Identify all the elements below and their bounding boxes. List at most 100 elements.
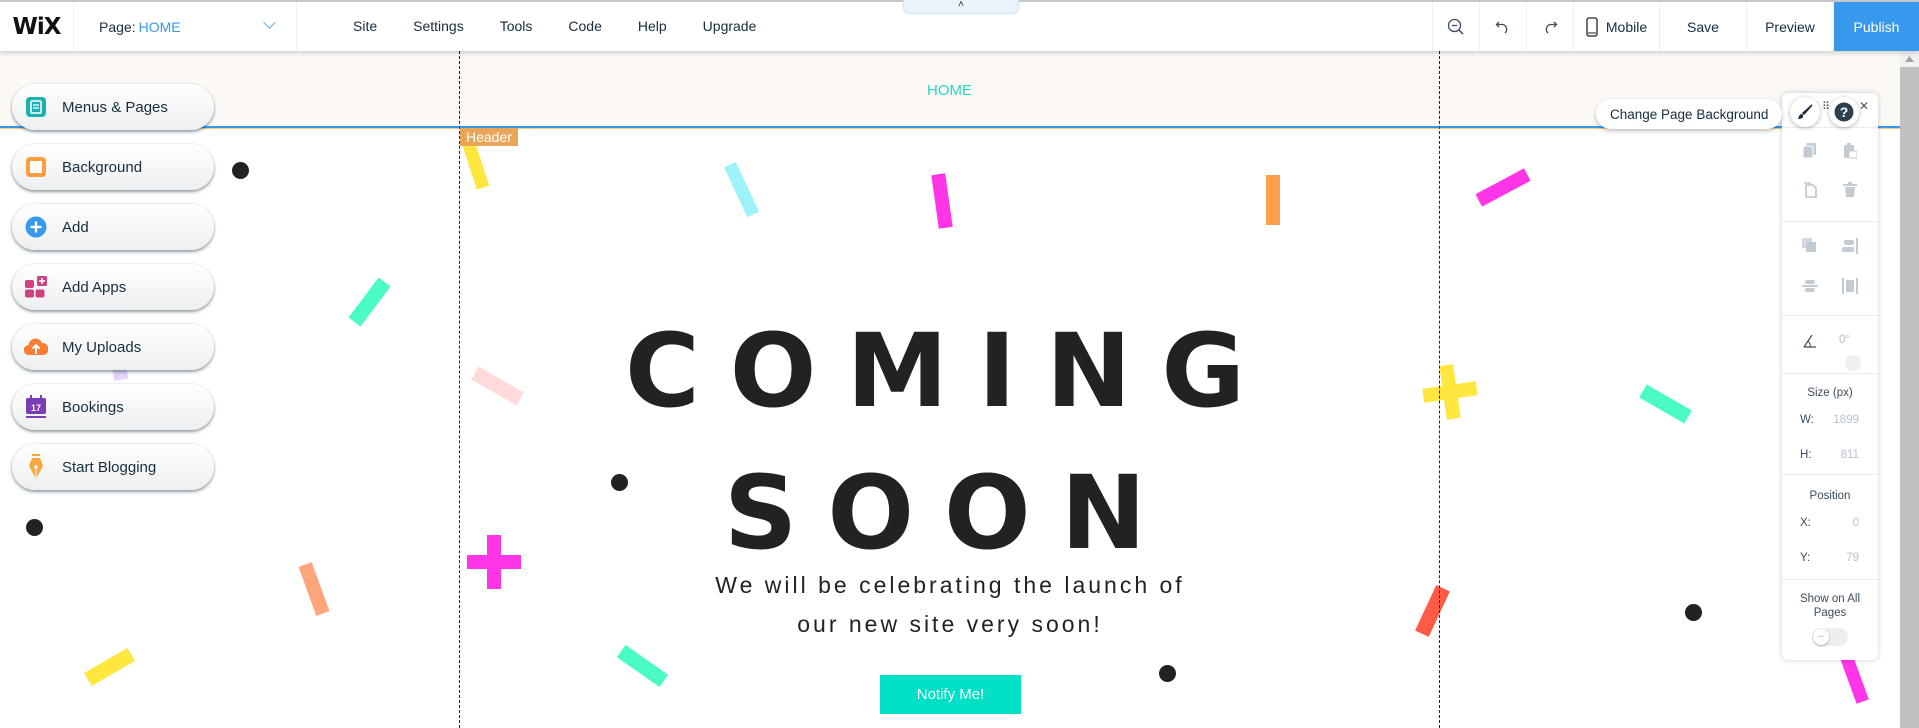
redo-icon <box>1545 21 1558 33</box>
soon-title[interactable]: SOON <box>0 454 1900 573</box>
menu-settings[interactable]: Settings <box>395 2 482 51</box>
sidebar-item-start-blogging[interactable]: Start Blogging <box>12 444 214 490</box>
mobile-icon <box>1586 16 1598 37</box>
y-input[interactable]: 79 <box>1819 552 1859 564</box>
chevron-down-icon <box>263 16 276 29</box>
page-selector-value: HOME <box>138 18 181 35</box>
calendar-icon: 17 <box>24 395 48 419</box>
menu-site[interactable]: Site <box>335 2 395 51</box>
preview-button[interactable]: Preview <box>1746 2 1833 51</box>
match-size-icon[interactable] <box>1841 277 1859 295</box>
arrow-up-icon <box>1905 56 1914 62</box>
publish-button[interactable]: Publish <box>1833 2 1919 51</box>
sidebar-item-bookings[interactable]: 17 Bookings <box>12 384 214 430</box>
redo-button[interactable] <box>1526 2 1573 51</box>
mobile-label: Mobile <box>1605 18 1648 35</box>
sidebar-item-menus-pages[interactable]: Menus & Pages <box>12 84 214 130</box>
page-selector[interactable]: Page: HOME <box>74 2 297 51</box>
show-on-all-pages-label: Show on All Pages <box>1799 593 1861 619</box>
change-page-background-button[interactable]: Change Page Background <box>1596 99 1783 129</box>
pages-icon <box>24 95 48 119</box>
notify-me-button[interactable]: Notify Me! <box>880 675 1021 714</box>
undo-button[interactable] <box>1479 2 1526 51</box>
delete-icon[interactable] <box>1841 181 1859 199</box>
menu-help[interactable]: Help <box>620 2 685 51</box>
close-icon[interactable]: ✕ <box>1859 99 1869 113</box>
toggle-off-icon: – <box>1813 629 1829 645</box>
wix-logo[interactable]: WiX <box>0 2 74 51</box>
x-label: X: <box>1800 517 1811 529</box>
rotation-value[interactable]: 0° <box>1810 334 1850 346</box>
sidebar-item-label: Bookings <box>62 398 124 416</box>
show-on-all-pages-toggle[interactable]: – <box>1812 628 1848 646</box>
background-icon <box>24 155 48 179</box>
y-label: Y: <box>1800 552 1811 564</box>
paste-icon[interactable] <box>1841 142 1859 160</box>
save-button[interactable]: Save <box>1659 2 1746 51</box>
sidebar-item-add[interactable]: Add <box>12 204 214 250</box>
distribute-icon[interactable] <box>1801 277 1819 295</box>
vertical-scrollbar[interactable] <box>1900 51 1919 728</box>
width-label: W: <box>1800 414 1814 426</box>
scroll-up-button[interactable] <box>1900 51 1919 67</box>
apps-icon <box>24 275 48 299</box>
sidebar-item-label: My Uploads <box>62 338 142 356</box>
undo-icon <box>1495 21 1508 33</box>
coming-title[interactable]: COMING <box>0 312 1900 431</box>
element-toolbar: ⠿ ✕ 0° Size (px) W: 1899 H: 811 Position… <box>1782 93 1878 660</box>
x-input[interactable]: 0 <box>1819 517 1859 529</box>
menu-code[interactable]: Code <box>550 2 619 51</box>
height-label: H: <box>1800 449 1812 461</box>
position-label: Position <box>1809 490 1851 502</box>
menu-upgrade[interactable]: Upgrade <box>685 2 775 51</box>
copy-icon[interactable] <box>1801 142 1819 160</box>
confetti-dot <box>1159 665 1176 682</box>
zoom-out-button[interactable] <box>1432 2 1479 51</box>
confetti-orange <box>1266 175 1280 225</box>
confetti-yellow-2 <box>84 648 135 686</box>
confetti-cyan <box>723 161 760 218</box>
header-tag: Header <box>460 128 518 146</box>
confetti-magenta <box>931 173 953 229</box>
sidebar-item-label: Start Blogging <box>62 458 157 476</box>
width-input[interactable]: 1899 <box>1819 414 1859 426</box>
help-button[interactable]: ? <box>1829 97 1859 127</box>
header-nav-home[interactable]: HOME <box>927 82 972 99</box>
size-label: Size (px) <box>1807 387 1853 399</box>
arrange-icon[interactable] <box>1801 237 1819 255</box>
sidebar-item-add-apps[interactable]: Add Apps <box>12 264 214 310</box>
confetti-dot <box>232 162 249 179</box>
confetti-mint-2 <box>616 644 669 688</box>
bookings-day: 17 <box>31 403 41 413</box>
menu-tools[interactable]: Tools <box>482 2 551 51</box>
align-icon[interactable] <box>1841 237 1859 255</box>
help-icon: ? <box>1834 102 1854 122</box>
rotation-knob[interactable] <box>1845 355 1861 371</box>
collapse-topbar-button[interactable]: ˄ <box>903 0 1019 14</box>
sidebar-item-label: Menus & Pages <box>62 98 168 116</box>
confetti-magenta-3 <box>1840 654 1869 704</box>
sidebar-item-background[interactable]: Background <box>12 144 214 190</box>
paintbrush-icon <box>1798 104 1813 119</box>
zoom-out-icon <box>1447 18 1464 35</box>
main-menu: Site Settings Tools Code Help Upgrade <box>335 2 774 51</box>
page-selector-label: Page: <box>99 18 136 35</box>
design-button[interactable] <box>1790 97 1820 127</box>
sidebar-item-label: Background <box>62 158 143 176</box>
wix-editor: WiX Page: HOME Site Settings Tools Code … <box>0 0 1919 728</box>
sidebar-item-my-uploads[interactable]: My Uploads <box>12 324 214 370</box>
subtitle-line-2[interactable]: our new site very soon! <box>0 605 1900 644</box>
mobile-button[interactable]: Mobile <box>1573 2 1659 51</box>
sidebar-item-label: Add <box>62 218 89 236</box>
toolbar-right: Mobile Save Preview Publish <box>1432 2 1919 51</box>
gridline-left <box>459 51 460 728</box>
duplicate-icon[interactable] <box>1801 181 1819 199</box>
pen-icon <box>24 454 48 479</box>
upload-icon <box>24 335 48 359</box>
height-input[interactable]: 811 <box>1819 449 1859 461</box>
sidebar-item-label: Add Apps <box>62 278 127 296</box>
confetti-magenta-2 <box>1475 168 1531 207</box>
subtitle-line-1[interactable]: We will be celebrating the launch of <box>0 566 1900 605</box>
gridline-right <box>1439 51 1440 728</box>
svg-text:?: ? <box>1840 104 1849 120</box>
